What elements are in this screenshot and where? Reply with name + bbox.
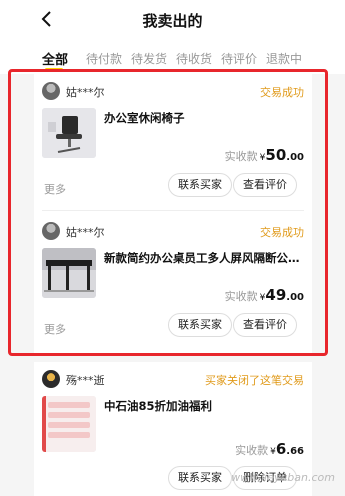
contact-buyer-button[interactable]: 联系买家 — [168, 466, 232, 490]
product-title[interactable]: 新款简约办公桌员工多人屏风隔断公司… — [104, 250, 309, 266]
order-filter-tabs: 全部 待付款 待发货 待收货 待评价 退款中 — [0, 40, 345, 74]
watermark: www.lieyuban.com — [231, 471, 335, 484]
tab-refunding[interactable]: 退款中 — [266, 50, 302, 67]
view-review-button[interactable]: 查看评价 — [233, 313, 297, 337]
seller-name: 姑***尔 — [66, 86, 105, 99]
seller-avatar — [42, 370, 60, 388]
view-review-button[interactable]: 查看评价 — [233, 173, 297, 197]
seller-name: 殇***逝 — [66, 374, 105, 387]
contact-buyer-button[interactable]: 联系买家 — [168, 313, 232, 337]
order-card-group: 姑***尔 交易成功 办公室休闲椅子 实收款 ¥50.00 更多 联系买家 查看评… — [34, 74, 312, 354]
divider — [42, 210, 304, 211]
more-link[interactable]: 更多 — [44, 181, 66, 197]
price-decimal: .66 — [286, 446, 304, 457]
office-desk-image — [42, 248, 96, 298]
seller-row: 殇***逝 买家关闭了这笔交易 — [42, 370, 304, 390]
order-status: 交易成功 — [260, 86, 304, 99]
tab-pending-shipment[interactable]: 待发货 — [131, 50, 167, 67]
price-integer: 6 — [275, 440, 287, 458]
seller-row: 姑***尔 交易成功 — [42, 82, 304, 102]
received-amount: 实收款 ¥49.00 — [225, 285, 304, 304]
price-decimal: .00 — [286, 292, 304, 303]
price-integer: 50 — [265, 146, 287, 164]
price-integer: 49 — [265, 286, 287, 304]
product-thumbnail[interactable] — [42, 396, 96, 452]
received-amount: 实收款 ¥6.66 — [235, 439, 304, 458]
contact-buyer-button[interactable]: 联系买家 — [168, 173, 232, 197]
received-amount: 实收款 ¥50.00 — [225, 145, 304, 164]
price-label: 实收款 — [235, 444, 269, 457]
price-label: 实收款 — [224, 290, 258, 303]
seller-row: 姑***尔 交易成功 — [42, 222, 304, 242]
product-title[interactable]: 中石油85折加油福利 — [104, 398, 309, 414]
price-decimal: .00 — [286, 152, 304, 163]
fuel-coupon-image — [42, 396, 96, 452]
active-tab-indicator — [45, 68, 63, 71]
seller-avatar — [42, 222, 60, 240]
tab-pending-payment[interactable]: 待付款 — [86, 50, 122, 67]
more-link[interactable]: 更多 — [44, 321, 66, 337]
product-title[interactable]: 办公室休闲椅子 — [104, 110, 309, 126]
office-chair-image — [42, 108, 96, 158]
header-bar: 我卖出的 — [0, 0, 345, 40]
tab-pending-review[interactable]: 待评价 — [221, 50, 257, 67]
page-title: 我卖出的 — [142, 12, 203, 30]
order-status: 买家关闭了这笔交易 — [205, 374, 304, 387]
seller-avatar — [42, 82, 60, 100]
order-list: 姑***尔 交易成功 办公室休闲椅子 实收款 ¥50.00 更多 联系买家 查看评… — [0, 74, 345, 496]
product-thumbnail[interactable] — [42, 108, 96, 158]
order-status: 交易成功 — [260, 226, 304, 239]
tab-pending-receipt[interactable]: 待收货 — [176, 50, 212, 67]
price-label: 实收款 — [224, 150, 258, 163]
tab-all[interactable]: 全部 — [42, 49, 68, 68]
product-thumbnail[interactable] — [42, 248, 96, 298]
seller-name: 姑***尔 — [66, 226, 105, 239]
